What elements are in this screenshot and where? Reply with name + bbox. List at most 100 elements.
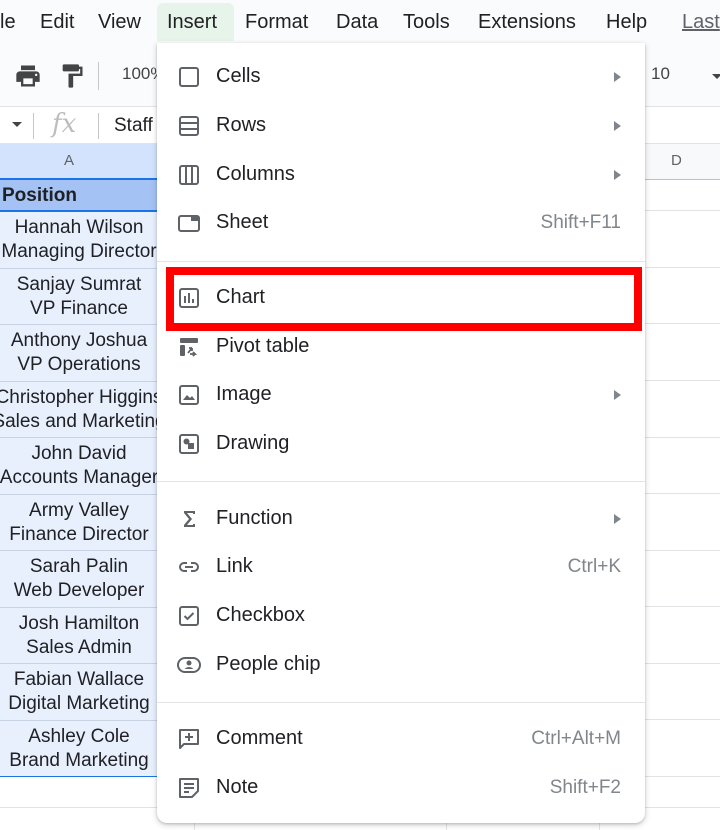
- cell-position: Brand Marketing: [9, 750, 149, 771]
- column-header-d[interactable]: D: [671, 152, 682, 169]
- pivot-table-icon: [177, 335, 201, 359]
- menu-edit[interactable]: Edit: [30, 3, 84, 41]
- menu-help[interactable]: Help: [596, 3, 657, 41]
- menu-view[interactable]: View: [88, 3, 151, 41]
- cell-position: Digital Marketing: [8, 693, 150, 714]
- submenu-arrow-icon: [614, 390, 621, 400]
- column-header-a[interactable]: A: [64, 152, 74, 169]
- column-header-a-bg[interactable]: [0, 144, 158, 180]
- print-icon[interactable]: [14, 62, 42, 90]
- submenu-arrow-icon: [614, 121, 621, 131]
- menu-item-label: Note: [216, 776, 259, 798]
- menu-item-people-chip[interactable]: People chip: [157, 641, 645, 690]
- drawing-icon: [177, 432, 201, 456]
- cell-position: VP Operations: [17, 354, 141, 375]
- menu-item-sheet[interactable]: Sheet Shift+F11: [157, 199, 645, 248]
- table-row[interactable]: Ashley Cole Brand Marketing: [0, 721, 158, 777]
- cell-name: Sarah Palin: [29, 556, 129, 577]
- menu-item-checkbox[interactable]: Checkbox: [157, 592, 645, 641]
- table-row[interactable]: Anthony Joshua VP Operations: [0, 325, 158, 382]
- last-edit-link[interactable]: Last: [672, 3, 720, 41]
- note-icon: [177, 776, 201, 800]
- sigma-icon: [177, 507, 201, 531]
- menu-item-link[interactable]: Link Ctrl+K: [157, 543, 645, 592]
- comment-icon: [177, 727, 201, 751]
- table-row[interactable]: Sanjay Sumrat VP Finance: [0, 269, 158, 325]
- menu-format[interactable]: Format: [235, 3, 318, 41]
- cell-name: Anthony Joshua: [10, 330, 148, 351]
- menu-file[interactable]: le: [0, 3, 26, 41]
- menu-item-label: Columns: [216, 163, 295, 185]
- menu-item-chart[interactable]: Chart: [157, 274, 645, 323]
- menu-item-shortcut: Shift+F2: [549, 777, 621, 798]
- menu-insert[interactable]: Insert: [157, 3, 234, 41]
- formula-divider: [33, 113, 34, 139]
- menu-item-label: Rows: [216, 114, 267, 136]
- menu-tools[interactable]: Tools: [393, 3, 460, 41]
- menu-item-comment[interactable]: Comment Ctrl+Alt+M: [157, 715, 645, 764]
- font-size-dropdown-icon[interactable]: [712, 74, 720, 79]
- menu-item-function[interactable]: Function: [157, 495, 645, 544]
- cell-position-header[interactable]: Position: [0, 180, 158, 212]
- menu-item-cells[interactable]: Cells: [157, 53, 645, 102]
- menu-item-label: Checkbox: [216, 604, 305, 626]
- toolbar-divider: [98, 62, 99, 90]
- table-row[interactable]: Fabian Wallace Digital Marketing: [0, 664, 158, 721]
- table-row[interactable]: Josh Hamilton Sales Admin: [0, 608, 158, 664]
- menubar: le Edit View Insert Format Data Tools Ex…: [0, 0, 720, 46]
- columns-icon: [177, 163, 201, 187]
- cell-position: VP Finance: [30, 298, 128, 319]
- font-size-input[interactable]: 10: [651, 64, 670, 84]
- table-row[interactable]: Army Valley Finance Director: [0, 495, 158, 551]
- cell-name: Ashley Cole: [28, 726, 130, 747]
- menu-item-label: Pivot table: [216, 335, 310, 357]
- cell-position: Finance Director: [9, 524, 149, 545]
- menu-divider: [157, 481, 645, 482]
- table-row[interactable]: Sarah Palin Web Developer: [0, 551, 158, 608]
- cell-position: Managing Director: [1, 241, 157, 262]
- paint-format-icon[interactable]: [58, 62, 86, 90]
- cell-position: Accounts Manager: [0, 467, 158, 488]
- menu-item-label: Image: [216, 383, 272, 405]
- formula-input[interactable]: Staff: [114, 115, 153, 137]
- menu-item-label: Function: [216, 507, 293, 529]
- menu-item-rows[interactable]: Rows: [157, 102, 645, 151]
- menu-item-drawing[interactable]: Drawing: [157, 420, 645, 469]
- fx-icon: fx: [52, 109, 77, 139]
- sheet-icon: [177, 211, 201, 235]
- chart-icon: [177, 286, 201, 310]
- table-row[interactable]: John David Accounts Manager: [0, 438, 158, 495]
- menu-item-shortcut: Ctrl+Alt+M: [531, 728, 621, 749]
- formula-divider: [98, 113, 99, 139]
- menu-divider: [157, 261, 645, 262]
- checkbox-icon: [177, 604, 201, 628]
- image-icon: [177, 383, 201, 407]
- menu-item-shortcut: Ctrl+K: [567, 556, 621, 577]
- menu-item-label: People chip: [216, 653, 321, 675]
- menu-data[interactable]: Data: [326, 3, 388, 41]
- people-chip-icon: [177, 653, 201, 677]
- menu-divider: [157, 702, 645, 703]
- cell-name: Sanjay Sumrat: [16, 274, 142, 295]
- rows-icon: [177, 114, 201, 138]
- cell-position: Sales and Marketing: [0, 411, 158, 432]
- menu-item-pivot-table[interactable]: Pivot table: [157, 323, 645, 372]
- cell-name: Josh Hamilton: [18, 613, 140, 634]
- table-row[interactable]: Christopher Higgins Sales and Marketing: [0, 382, 158, 438]
- cell-name: Army Valley: [29, 500, 129, 521]
- cell-name: Christopher Higgins: [0, 387, 158, 408]
- menu-item-note[interactable]: Note Shift+F2: [157, 764, 645, 813]
- menu-item-label: Chart: [216, 286, 265, 308]
- menu-item-image[interactable]: Image: [157, 371, 645, 420]
- menu-item-label: Sheet: [216, 211, 269, 233]
- menu-extensions[interactable]: Extensions: [468, 3, 586, 41]
- menu-item-label: Comment: [216, 727, 303, 749]
- menu-item-label: Link: [216, 555, 253, 577]
- cell-name: Fabian Wallace: [13, 669, 145, 690]
- menu-item-label: Cells: [216, 65, 261, 87]
- table-row[interactable]: Hannah Wilson Managing Director: [0, 212, 158, 269]
- menu-item-columns[interactable]: Columns: [157, 151, 645, 200]
- name-box-dropdown-icon[interactable]: [12, 122, 22, 127]
- menu-item-label: Drawing: [216, 432, 290, 454]
- cell-position: Web Developer: [13, 580, 145, 601]
